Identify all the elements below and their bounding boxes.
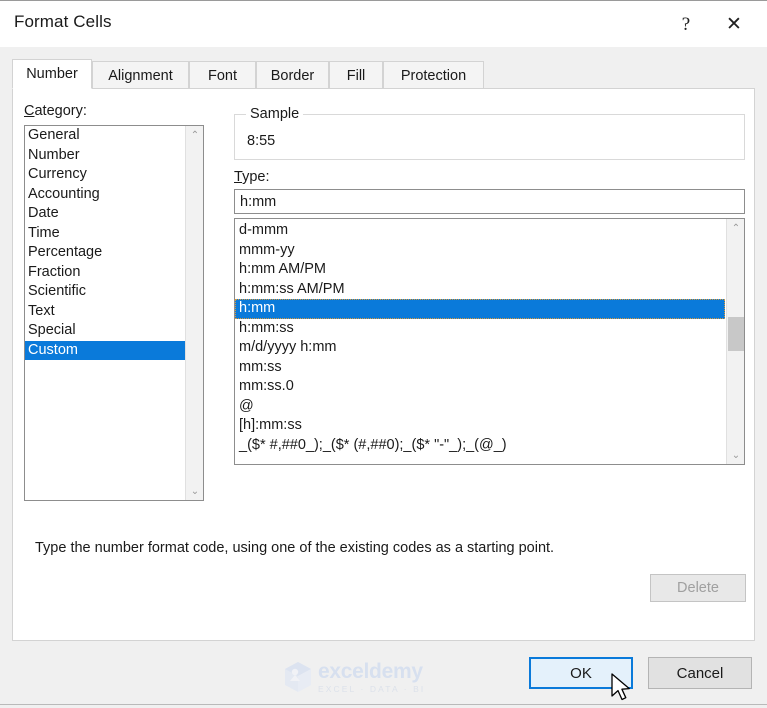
tab-label: Protection	[400, 67, 467, 84]
category-item[interactable]: Fraction	[25, 263, 185, 283]
category-item[interactable]: Date	[25, 204, 185, 224]
type-item[interactable]: h:mm AM/PM	[235, 260, 725, 280]
sample-value: 8:55	[247, 133, 276, 149]
tab-border[interactable]: Border	[256, 61, 329, 89]
title-bar: Format Cells ? ✕	[0, 1, 767, 47]
category-item[interactable]: Custom	[25, 340, 192, 360]
type-label-accel: T	[234, 169, 243, 185]
type-scroll-up-icon[interactable]: ⌃	[727, 219, 744, 237]
tab-protection[interactable]: Protection	[383, 61, 484, 89]
type-item[interactable]: h:mm	[235, 299, 725, 319]
category-item[interactable]: Scientific	[25, 282, 185, 302]
type-item[interactable]: @	[235, 397, 725, 417]
type-item[interactable]: mm:ss	[235, 358, 725, 378]
type-scroll-down-icon[interactable]: ⌄	[727, 446, 744, 464]
category-item[interactable]: Text	[25, 302, 185, 322]
category-item[interactable]: Percentage	[25, 243, 185, 263]
category-item[interactable]: General	[25, 126, 185, 146]
type-item[interactable]: d-mmm	[235, 221, 725, 241]
tab-number[interactable]: Number	[12, 59, 92, 89]
dialog-title: Format Cells	[14, 12, 112, 31]
close-button[interactable]: ✕	[711, 1, 757, 47]
delete-button[interactable]: Delete	[650, 574, 746, 602]
tab-strip: Number Alignment Font Border Fill Protection	[12, 59, 755, 89]
category-item[interactable]: Accounting	[25, 185, 185, 205]
type-scrollbar[interactable]: ⌃ ⌄	[726, 219, 744, 464]
type-item[interactable]: mm:ss.0	[235, 377, 725, 397]
footer-divider	[0, 704, 767, 705]
category-item[interactable]: Currency	[25, 165, 185, 185]
category-item[interactable]: Special	[25, 321, 185, 341]
tab-label: Number	[26, 66, 78, 82]
type-list[interactable]: d-mmm mmm-yy h:mm AM/PM h:mm:ss AM/PM h:mm h:…	[234, 218, 745, 465]
type-item[interactable]: h:mm:ss AM/PM	[235, 280, 725, 300]
category-list[interactable]: General Number Currency Accounting Date Time P…	[24, 125, 204, 501]
category-label: Category:	[24, 103, 87, 119]
type-label-rest: ype:	[242, 169, 270, 185]
help-button[interactable]: ?	[663, 1, 709, 47]
category-label-rest: ategory:	[34, 103, 87, 119]
tab-label: Fill	[346, 67, 366, 84]
category-scroll-down-icon[interactable]: ⌄	[186, 482, 203, 500]
tab-alignment[interactable]: Alignment	[92, 61, 189, 89]
type-label: Type:	[234, 169, 269, 185]
close-icon: ✕	[726, 13, 742, 35]
type-scroll-thumb[interactable]	[728, 317, 744, 351]
type-item[interactable]: [h]:mm:ss	[235, 416, 725, 436]
type-item[interactable]: mmm-yy	[235, 241, 725, 261]
type-item[interactable]: h:mm:ss	[235, 319, 725, 339]
cancel-button[interactable]: Cancel	[648, 657, 752, 689]
tab-fill[interactable]: Fill	[329, 61, 383, 89]
tab-font[interactable]: Font	[189, 61, 256, 89]
category-label-accel: C	[24, 103, 35, 119]
ok-button[interactable]: OK	[529, 657, 633, 689]
type-item[interactable]: m/d/yyyy h:mm	[235, 338, 725, 358]
type-item[interactable]: _($* #,##0_);_($* (#,##0);_($* "-"_);_(@…	[235, 436, 725, 456]
category-scroll-up-icon[interactable]: ⌃	[186, 126, 203, 144]
format-cells-dialog: Format Cells ? ✕ Number Alignment Font Bord…	[0, 0, 767, 708]
tab-label: Font	[207, 67, 237, 84]
sample-groupbox	[234, 114, 745, 160]
tab-label: Alignment	[108, 67, 173, 84]
question-mark-icon: ?	[681, 13, 691, 35]
format-help-text: Type the number format code, using one o…	[35, 540, 555, 556]
number-tab-panel: Category: General Number Currency Accountin…	[12, 88, 755, 641]
type-input[interactable]	[234, 189, 745, 214]
category-item[interactable]: Number	[25, 146, 185, 166]
sample-legend: Sample	[246, 106, 304, 122]
category-scrollbar[interactable]: ⌃ ⌄	[185, 126, 203, 500]
category-item[interactable]: Time	[25, 224, 185, 244]
tab-label: Border	[270, 67, 315, 84]
